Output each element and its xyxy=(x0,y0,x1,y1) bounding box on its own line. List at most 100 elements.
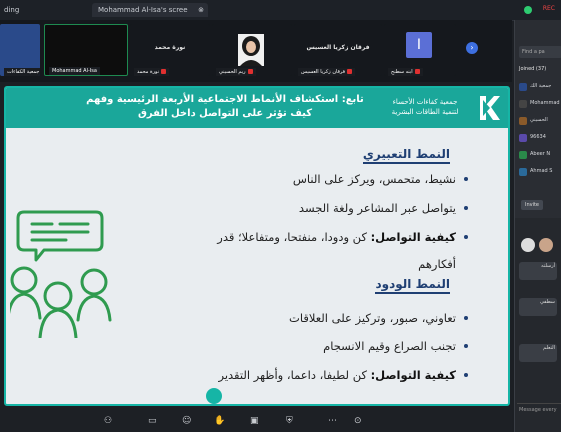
participant-row[interactable]: جمعية الك xyxy=(519,82,561,92)
participant-row[interactable]: Ahmad S xyxy=(519,167,561,177)
slide-title: تابع: استكشاف الأنماط الاجتماعية الأربعة… xyxy=(70,93,380,121)
browser-tab-bar: ding Mohammad Al-Isa's scree ⊗ REC xyxy=(0,0,561,21)
participants-panel: Find a pa Joined (37) جمعية الك Mohammad… xyxy=(514,20,561,432)
avatar xyxy=(519,134,527,142)
participant-row[interactable]: الحسيني xyxy=(519,116,561,126)
close-icon[interactable]: ⊗ xyxy=(198,3,204,17)
section-heading-amiable: النمط الودود xyxy=(375,276,450,294)
participant-tag-text: فرقان زكريا العسيس xyxy=(301,69,346,75)
more-icon[interactable]: ⋯ xyxy=(328,416,337,426)
bullet-text: يتواصل عبر المشاعر ولغة الجسد xyxy=(298,201,456,215)
participant-name: جمعية الكفاءات xyxy=(4,68,40,76)
bullet-continuation: أفكارهم xyxy=(418,257,456,271)
participant-row[interactable]: Mohammad xyxy=(519,99,561,109)
security-icon[interactable]: ⛨ xyxy=(286,416,293,426)
mic-muted-icon xyxy=(414,69,420,74)
mic-muted-icon xyxy=(247,69,253,74)
participant-tile[interactable]: جمعية الكفاءات xyxy=(0,24,40,76)
bullet-dot xyxy=(464,206,468,210)
bullet-dot xyxy=(464,316,468,320)
status-icon xyxy=(524,6,532,14)
bullet-text: كيفية التواصل: كن لطيفا، داعما، وأظهر ال… xyxy=(218,367,456,383)
tab-label: Mohammad Al-Isa's scree xyxy=(98,6,188,14)
leave-icon[interactable]: ⊙ xyxy=(354,416,362,426)
bullet-dot xyxy=(464,177,468,181)
avatar xyxy=(519,168,527,176)
avatar xyxy=(521,238,535,252)
bullet-text: تعاوني، صبور، وتركيز على العلاقات xyxy=(289,311,456,325)
bullet-text: نشيط، متحمس، ويركز على الناس xyxy=(292,172,456,186)
reactions-icon[interactable]: ☺ xyxy=(182,416,191,426)
team-communication-illustration xyxy=(10,210,112,338)
avatar xyxy=(519,117,527,125)
slide-title-line: تابع: استكشاف الأنماط الاجتماعية الأربعة… xyxy=(86,94,364,105)
org-name-line: جمعية كفاءات الأحساء xyxy=(392,98,458,106)
raise-hand-icon[interactable]: ✋ xyxy=(214,416,225,426)
participant-row-name: الحسيني xyxy=(530,117,548,123)
chat-icon[interactable]: ▭ xyxy=(148,416,157,426)
participant-display-name: نورة محمد xyxy=(154,44,186,51)
participant-tile-active[interactable]: Mohammad Al-Isa xyxy=(44,24,128,76)
chat-message: التعلم xyxy=(519,344,557,362)
chat-message: أرسلته xyxy=(519,262,557,280)
participant-strip: جمعية الكفاءات Mohammad Al-Isa نورة محمد… xyxy=(0,20,512,82)
participant-tag-text: ابنه سطنح xyxy=(391,69,413,75)
bullet-text-rest: كن لطيفا، داعما، وأظهر التقدير xyxy=(218,368,371,382)
toolbar-toggle-icon[interactable] xyxy=(206,388,222,404)
chat-message-input[interactable]: Message every xyxy=(517,403,561,416)
bullet-dot xyxy=(464,344,468,348)
participant-tag-text: ريم الحسيني xyxy=(219,69,246,75)
bullet-text: كيفية التواصل: كن ودودا، منفتحا، ومتفاعل… xyxy=(217,229,456,245)
bullet-label: كيفية التواصل: xyxy=(370,230,456,244)
tab-meeting[interactable]: ding xyxy=(4,3,82,17)
org-logo-icon xyxy=(480,96,500,120)
slide-title-line: كيف تؤثر على التواصل داخل الفرق xyxy=(137,108,313,119)
participant-name: ريم الحسيني xyxy=(216,68,256,76)
mic-muted-icon xyxy=(161,69,167,74)
shared-screen-slide: تابع: استكشاف الأنماط الاجتماعية الأربعة… xyxy=(4,86,510,406)
participant-row-name: 96634 xyxy=(530,134,546,140)
org-name: جمعية كفاءات الأحساء لتنمية الطاقات البش… xyxy=(380,97,470,117)
participant-name: فرقان زكريا العسيس xyxy=(298,68,356,76)
participant-tile[interactable]: ريم الحسيني xyxy=(212,24,292,76)
rec-badge: REC xyxy=(542,5,555,12)
participant-row-name: Mohammad xyxy=(530,100,560,106)
chat-message: سطفي xyxy=(519,298,557,316)
participant-name: ابنه سطنح xyxy=(388,68,423,76)
participant-display-name: فرقان زكريا العسيس xyxy=(306,44,370,51)
joined-label: Joined (37) xyxy=(519,66,547,72)
participant-tag-text: نورة محمد xyxy=(137,69,160,75)
section-heading-expressive: النمط التعبيري xyxy=(362,146,450,164)
participant-search-input[interactable]: Find a pa xyxy=(519,46,561,58)
slide-header: تابع: استكشاف الأنماط الاجتماعية الأربعة… xyxy=(6,88,508,128)
next-page-icon[interactable]: › xyxy=(466,42,478,54)
participant-row-name: Abeer N xyxy=(530,151,551,157)
invite-button[interactable]: Invite xyxy=(521,200,543,210)
avatar xyxy=(519,151,527,159)
participant-row[interactable]: Abeer N xyxy=(519,150,561,160)
tab-screen-share[interactable]: Mohammad Al-Isa's scree ⊗ xyxy=(92,3,208,17)
participant-row-name: Ahmad S xyxy=(530,168,553,174)
bullet-text-rest: كن ودودا، منفتحا، ومتفاعلا؛ قدر xyxy=(217,230,371,244)
avatar xyxy=(519,83,527,91)
bullet-text: تجنب الصراع وقيم الانسجام xyxy=(323,339,456,353)
bullet-label: كيفية التواصل: xyxy=(370,368,456,382)
participant-tile[interactable]: فرقان زكريا العسيس فرقان زكريا العسيس xyxy=(294,24,382,76)
participant-row[interactable]: 96634 xyxy=(519,133,561,143)
mic-muted-icon xyxy=(347,69,353,74)
avatar-photo xyxy=(238,34,264,66)
participant-row-name: جمعية الك xyxy=(530,83,552,89)
participant-name: Mohammad Al-Isa xyxy=(49,67,100,75)
participant-tile[interactable]: I ابنه سطنح xyxy=(384,24,456,76)
avatar: I xyxy=(406,32,432,58)
people-icon[interactable]: ⚇ xyxy=(104,416,112,426)
participant-tile[interactable]: نورة محمد نورة محمد xyxy=(130,24,210,76)
meeting-toolbar: ⚇ ▭ ☺ ✋ ▣ ⛨ ⋯ ⊙ xyxy=(0,410,512,432)
bullet-dot xyxy=(464,373,468,377)
bullet-dot xyxy=(464,235,468,239)
participant-name: نورة محمد xyxy=(134,68,170,76)
share-screen-icon[interactable]: ▣ xyxy=(250,416,259,426)
chat-area: أرسلته سطفي التعلم Message every xyxy=(515,218,561,432)
avatar xyxy=(539,238,553,252)
org-name-line: لتنمية الطاقات البشرية xyxy=(391,108,459,116)
